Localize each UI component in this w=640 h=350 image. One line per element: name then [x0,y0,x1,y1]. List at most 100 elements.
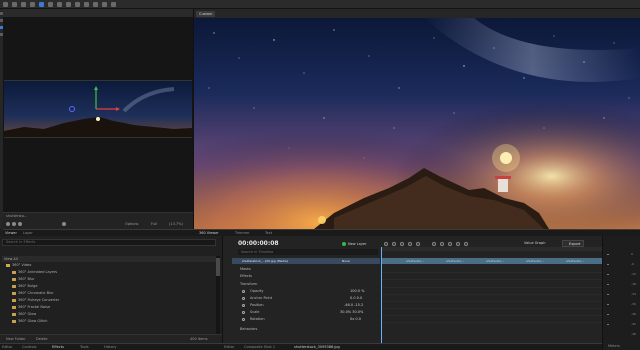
go-start-icon[interactable] [384,242,388,246]
tab-composite-shot[interactable]: Composite Shot 1 [244,345,275,349]
save-icon[interactable] [21,2,26,7]
effect-icon [12,271,16,274]
snap-icon[interactable] [464,242,468,246]
delete-button[interactable]: Delete [36,337,48,341]
effect-item[interactable]: 360° Blur [2,276,216,283]
tab-effects[interactable]: Effects [52,345,64,349]
hand-tool-icon[interactable] [48,2,53,7]
effect-label: 360° Animated Layers [18,270,58,274]
row-position[interactable]: Position -46.0 -15.2 [232,302,380,309]
new-folder-button[interactable]: New Folder [6,337,26,341]
effect-item[interactable]: 360° Glow Glitch [2,318,216,325]
effect-item[interactable]: 360° Fisheye Converter [2,297,216,304]
prev-frame-icon[interactable] [392,242,396,246]
play-icon[interactable] [400,242,404,246]
opacity-value[interactable]: 100.0 % [350,288,364,295]
effect-item[interactable]: 360° Animated Layers [2,269,216,276]
export-button[interactable]: Export [562,240,585,247]
keyframe-toggle-icon[interactable] [242,297,245,300]
marker-icon[interactable] [448,242,452,246]
viewer-controls: shuttersto... Options Full (13.7%) [3,212,193,229]
timeline-search-input[interactable]: Search in Timeline [238,249,378,255]
effect-icon [12,285,16,288]
tab-viewer[interactable]: Viewer [5,231,17,235]
tab-controls[interactable]: Controls [22,345,36,349]
effect-item[interactable]: 360° Chromatic Blur [2,290,216,297]
layer-blend[interactable]: None [342,259,350,263]
clip-label: shuttersto... [566,259,585,263]
go-end-icon[interactable] [416,242,420,246]
new-layer-button[interactable]: New Layer [342,241,367,247]
pen-tool-icon[interactable] [57,2,62,7]
keyframe-toggle-icon[interactable] [242,304,245,307]
snap-icon[interactable] [111,2,116,7]
row-transform[interactable]: Transform [232,281,380,288]
text-tool-icon[interactable] [66,2,71,7]
value-graph-button[interactable]: Value Graph [524,241,545,245]
select-tool-icon[interactable] [39,2,44,7]
row-opacity[interactable]: Opacity 100.0 % [232,288,380,295]
row-effects[interactable]: Effects [232,273,380,280]
tab-history[interactable]: History [104,345,116,349]
undo-icon[interactable] [30,2,35,7]
timeline-layer-header[interactable]: shutterstock_...(00.jpg (Media) None [232,258,380,264]
crop-tool-icon[interactable] [93,2,98,7]
timeline-clip[interactable]: shuttersto... shuttersto... shuttersto..… [381,258,602,264]
meter-scale: -6 [631,262,634,266]
lighthouse-night-image [194,18,640,229]
effect-item[interactable]: 360° Fractal Noise [2,304,216,311]
split-icon[interactable] [456,242,460,246]
viewer-resolution[interactable]: Full [151,222,157,226]
effects-search-input[interactable]: Search in Effects [2,239,216,246]
row-anchor-point[interactable]: Anchor Point 0.0 0.0 [232,295,380,302]
row-rotation[interactable]: Rotation 0x 0.0 [232,316,380,323]
shape-tool-icon[interactable] [84,2,89,7]
transform-gizmo[interactable] [60,86,120,126]
open-icon[interactable] [12,2,17,7]
tab-360-viewer[interactable]: 360 Viewer [199,231,219,235]
tab-trimmer[interactable]: Trimmer [235,231,249,235]
mute-icon[interactable] [440,242,444,246]
row-masks[interactable]: Masks [232,266,380,273]
zoom-tool-icon[interactable] [102,2,107,7]
anchor-point-value[interactable]: 0.0 0.0 [350,295,362,302]
meter-tick [607,264,609,265]
tab-editor[interactable]: Editor [224,345,234,349]
tab-editor[interactable]: Editor [2,345,12,349]
timecode[interactable]: 00:00:00:08 [238,240,279,247]
timeline-ruler[interactable] [381,247,602,251]
keyframe-toggle-icon[interactable] [242,318,245,321]
position-value[interactable]: -46.0 -15.2 [344,302,363,309]
step-back-icon[interactable] [6,222,10,226]
tab-meters[interactable]: Meters [608,344,620,348]
effect-item[interactable]: 360° Bulge [2,283,216,290]
keyframe-toggle-icon[interactable] [242,290,245,293]
loop-icon[interactable] [62,222,66,226]
tab-text[interactable]: Text [265,231,272,235]
row-behaviors[interactable]: Behaviors [232,326,380,333]
viewer-options[interactable]: Options [125,222,139,226]
row-scale[interactable]: Scale 30.0% 30.0% [232,309,380,316]
tab-tools[interactable]: Tools [80,345,89,349]
new-icon[interactable] [3,2,8,7]
rotation-value[interactable]: 0x 0.0 [350,316,361,323]
effect-item[interactable]: 360° Glow [2,311,216,318]
loop-icon[interactable] [432,242,436,246]
playhead[interactable] [381,247,382,350]
next-frame-icon[interactable] [408,242,412,246]
meter-scale: -36 [631,312,636,316]
tab-custom[interactable]: Custom [196,11,216,17]
step-forward-icon[interactable] [18,222,22,226]
scale-value[interactable]: 30.0% 30.0% [340,309,363,316]
plus-icon [342,242,346,246]
main-preview[interactable] [193,18,640,229]
viewer-zoom[interactable]: (13.7%) [169,222,183,226]
folder-label: 360° Video [12,263,32,267]
keyframe-toggle-icon[interactable] [242,311,245,314]
tab-clip[interactable]: shutterstock_3095386.jpg [294,345,340,349]
effects-folder-360[interactable]: 360° Video [2,262,216,269]
effects-scroll-thumb[interactable] [216,258,220,276]
tab-layer[interactable]: Layer [23,231,33,235]
play-icon[interactable] [12,222,16,226]
mask-tool-icon[interactable] [75,2,80,7]
